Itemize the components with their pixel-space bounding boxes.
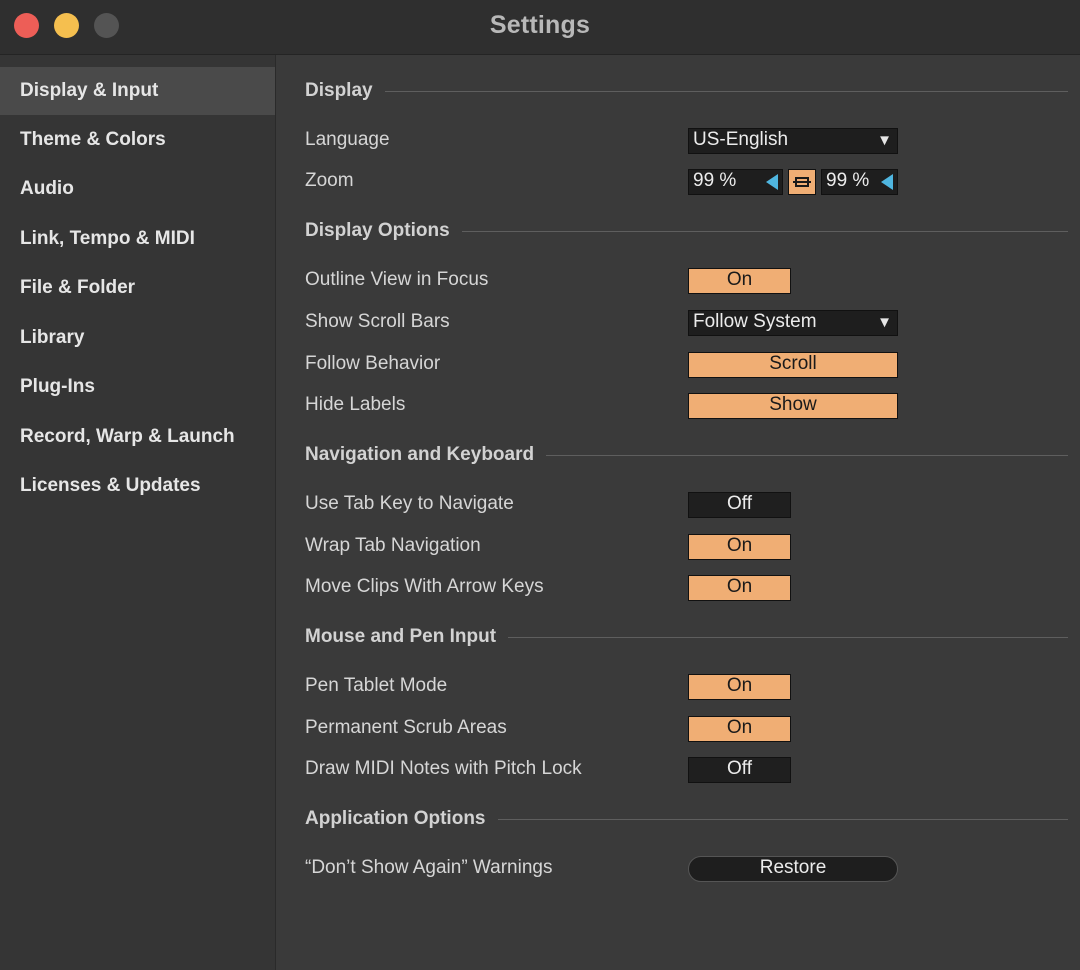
language-value: US-English (693, 129, 789, 150)
sidebar-item-file-folder[interactable]: File & Folder (0, 264, 275, 312)
sidebar-item-plug-ins[interactable]: Plug-Ins (0, 363, 275, 411)
zoom-value-2: 99 % (826, 170, 870, 191)
settings-content: Display Language US-English ▼ Zoom 99 % … (276, 55, 1080, 970)
section-title: Application Options (305, 808, 486, 829)
section-divider (508, 636, 1068, 638)
sidebar-item-display-input[interactable]: Display & Input (0, 67, 275, 115)
title-bar: Settings (0, 0, 1080, 55)
outline-view-label: Outline View in Focus (305, 269, 489, 290)
follow-behavior-label: Follow Behavior (305, 353, 441, 374)
section-divider (384, 90, 1068, 92)
sidebar-item-audio[interactable]: Audio (0, 165, 275, 213)
restore-warnings-button[interactable]: Restore (688, 856, 898, 882)
wrap-tab-label: Wrap Tab Navigation (305, 535, 481, 556)
section-title: Display (305, 80, 373, 101)
tab-key-label: Use Tab Key to Navigate (305, 493, 514, 514)
zoom-value-box-2[interactable]: 99 % (821, 169, 898, 195)
move-clips-label: Move Clips With Arrow Keys (305, 576, 544, 597)
scroll-bars-value: Follow System (693, 311, 817, 332)
sidebar-item-link-tempo-midi[interactable]: Link, Tempo & MIDI (0, 215, 275, 263)
scroll-bars-dropdown[interactable]: Follow System ▼ (688, 310, 898, 336)
zoom-arrow-left-icon[interactable] (766, 174, 778, 190)
move-clips-toggle[interactable]: On (688, 575, 791, 601)
scrub-areas-label: Permanent Scrub Areas (305, 717, 507, 738)
pen-tablet-toggle[interactable]: On (688, 674, 791, 700)
tab-key-toggle[interactable]: Off (688, 492, 791, 518)
scroll-bars-label: Show Scroll Bars (305, 311, 450, 332)
outline-view-toggle[interactable]: On (688, 268, 791, 294)
section-divider (546, 454, 1068, 456)
section-navigation-keyboard: Navigation and Keyboard (305, 441, 1068, 469)
section-title: Mouse and Pen Input (305, 626, 497, 647)
zoom-link-button[interactable] (788, 169, 816, 195)
pitch-lock-label: Draw MIDI Notes with Pitch Lock (305, 758, 582, 779)
warnings-label: “Don’t Show Again” Warnings (305, 857, 553, 878)
wrap-tab-toggle[interactable]: On (688, 534, 791, 560)
dropdown-arrow-icon: ▼ (877, 132, 892, 149)
zoom-value-box[interactable]: 99 % (688, 169, 783, 195)
section-divider (497, 818, 1068, 820)
section-divider (461, 230, 1068, 232)
language-dropdown[interactable]: US-English ▼ (688, 128, 898, 154)
hide-labels-label: Hide Labels (305, 394, 406, 415)
link-icon (793, 177, 811, 187)
section-display: Display (305, 77, 1068, 105)
scrub-areas-toggle[interactable]: On (688, 716, 791, 742)
section-display-options: Display Options (305, 217, 1068, 245)
section-mouse-pen: Mouse and Pen Input (305, 623, 1068, 651)
section-application-options: Application Options (305, 805, 1068, 833)
hide-labels-toggle[interactable]: Show (688, 393, 898, 419)
window-title: Settings (489, 11, 591, 39)
zoom-label: Zoom (305, 170, 354, 191)
sidebar-item-licenses-updates[interactable]: Licenses & Updates (0, 462, 275, 510)
zoom-value: 99 % (693, 170, 737, 191)
section-title: Navigation and Keyboard (305, 444, 535, 465)
pen-tablet-label: Pen Tablet Mode (305, 675, 448, 696)
settings-sidebar: Display & Input Theme & Colors Audio Lin… (0, 55, 276, 970)
sidebar-item-record-warp-launch[interactable]: Record, Warp & Launch (0, 413, 275, 461)
language-label: Language (305, 129, 390, 150)
sidebar-item-theme-colors[interactable]: Theme & Colors (0, 116, 275, 164)
zoom-arrow-left-icon-2[interactable] (881, 174, 893, 190)
pitch-lock-toggle[interactable]: Off (688, 757, 791, 783)
section-title: Display Options (305, 220, 450, 241)
sidebar-item-library[interactable]: Library (0, 314, 275, 362)
dropdown-arrow-icon: ▼ (877, 314, 892, 331)
follow-behavior-toggle[interactable]: Scroll (688, 352, 898, 378)
